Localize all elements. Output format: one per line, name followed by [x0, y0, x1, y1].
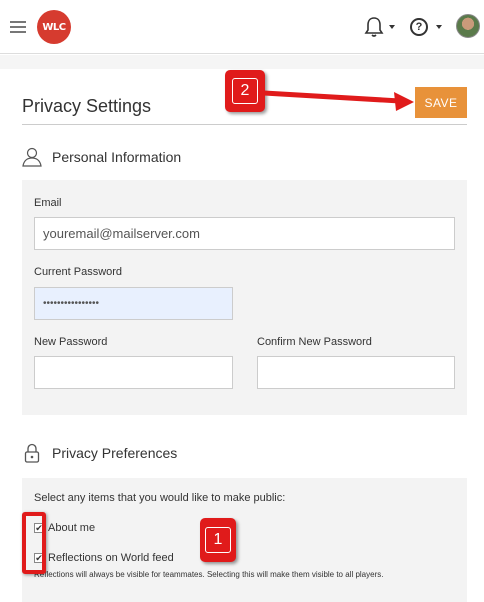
- new-password-label: New Password: [34, 336, 108, 348]
- page-title: Privacy Settings: [22, 96, 152, 116]
- personal-info-heading: Personal Information: [22, 147, 181, 167]
- bell-icon[interactable]: [364, 16, 384, 38]
- reflections-option[interactable]: ✔ Reflections on World feed: [34, 552, 174, 564]
- email-field[interactable]: youremail@mailserver.com: [34, 217, 455, 250]
- top-bar: WLC ?: [0, 0, 484, 54]
- header-spacer: [0, 55, 484, 69]
- annotation-arrow: [263, 90, 414, 111]
- current-password-label: Current Password: [34, 266, 123, 278]
- new-password-field[interactable]: [34, 356, 233, 389]
- privacy-prefs-heading: Privacy Preferences: [22, 443, 177, 463]
- avatar[interactable]: [456, 14, 480, 38]
- annotation-badge-2-label: 2: [232, 78, 258, 104]
- notifications-caret-icon[interactable]: [389, 25, 395, 29]
- user-icon: [22, 147, 42, 167]
- save-button[interactable]: SAVE: [415, 87, 467, 118]
- privacy-prefs-heading-label: Privacy Preferences: [52, 445, 178, 461]
- menu-icon[interactable]: [10, 21, 26, 33]
- app-logo[interactable]: WLC: [37, 10, 71, 44]
- annotation-checkbox-highlight: [22, 512, 46, 574]
- privacy-intro-text: Select any items that you would like to …: [34, 492, 286, 504]
- confirm-password-label: Confirm New Password: [257, 336, 372, 348]
- personal-info-heading-label: Personal Information: [52, 149, 182, 165]
- annotation-badge-2: 2: [225, 70, 265, 112]
- confirm-password-field[interactable]: [257, 356, 455, 389]
- annotation-badge-1-label: 1: [205, 527, 231, 553]
- title-divider: [22, 124, 467, 125]
- help-icon[interactable]: ?: [410, 18, 428, 36]
- about-me-label: About me: [48, 522, 96, 534]
- lock-icon: [22, 443, 42, 463]
- current-password-field[interactable]: ••••••••••••••••: [34, 287, 233, 320]
- email-label: Email: [34, 197, 62, 209]
- reflections-label: Reflections on World feed: [48, 552, 174, 564]
- help-caret-icon[interactable]: [436, 25, 442, 29]
- annotation-badge-1: 1: [200, 518, 236, 562]
- reflections-note: Reflections will always be visible for t…: [34, 570, 384, 579]
